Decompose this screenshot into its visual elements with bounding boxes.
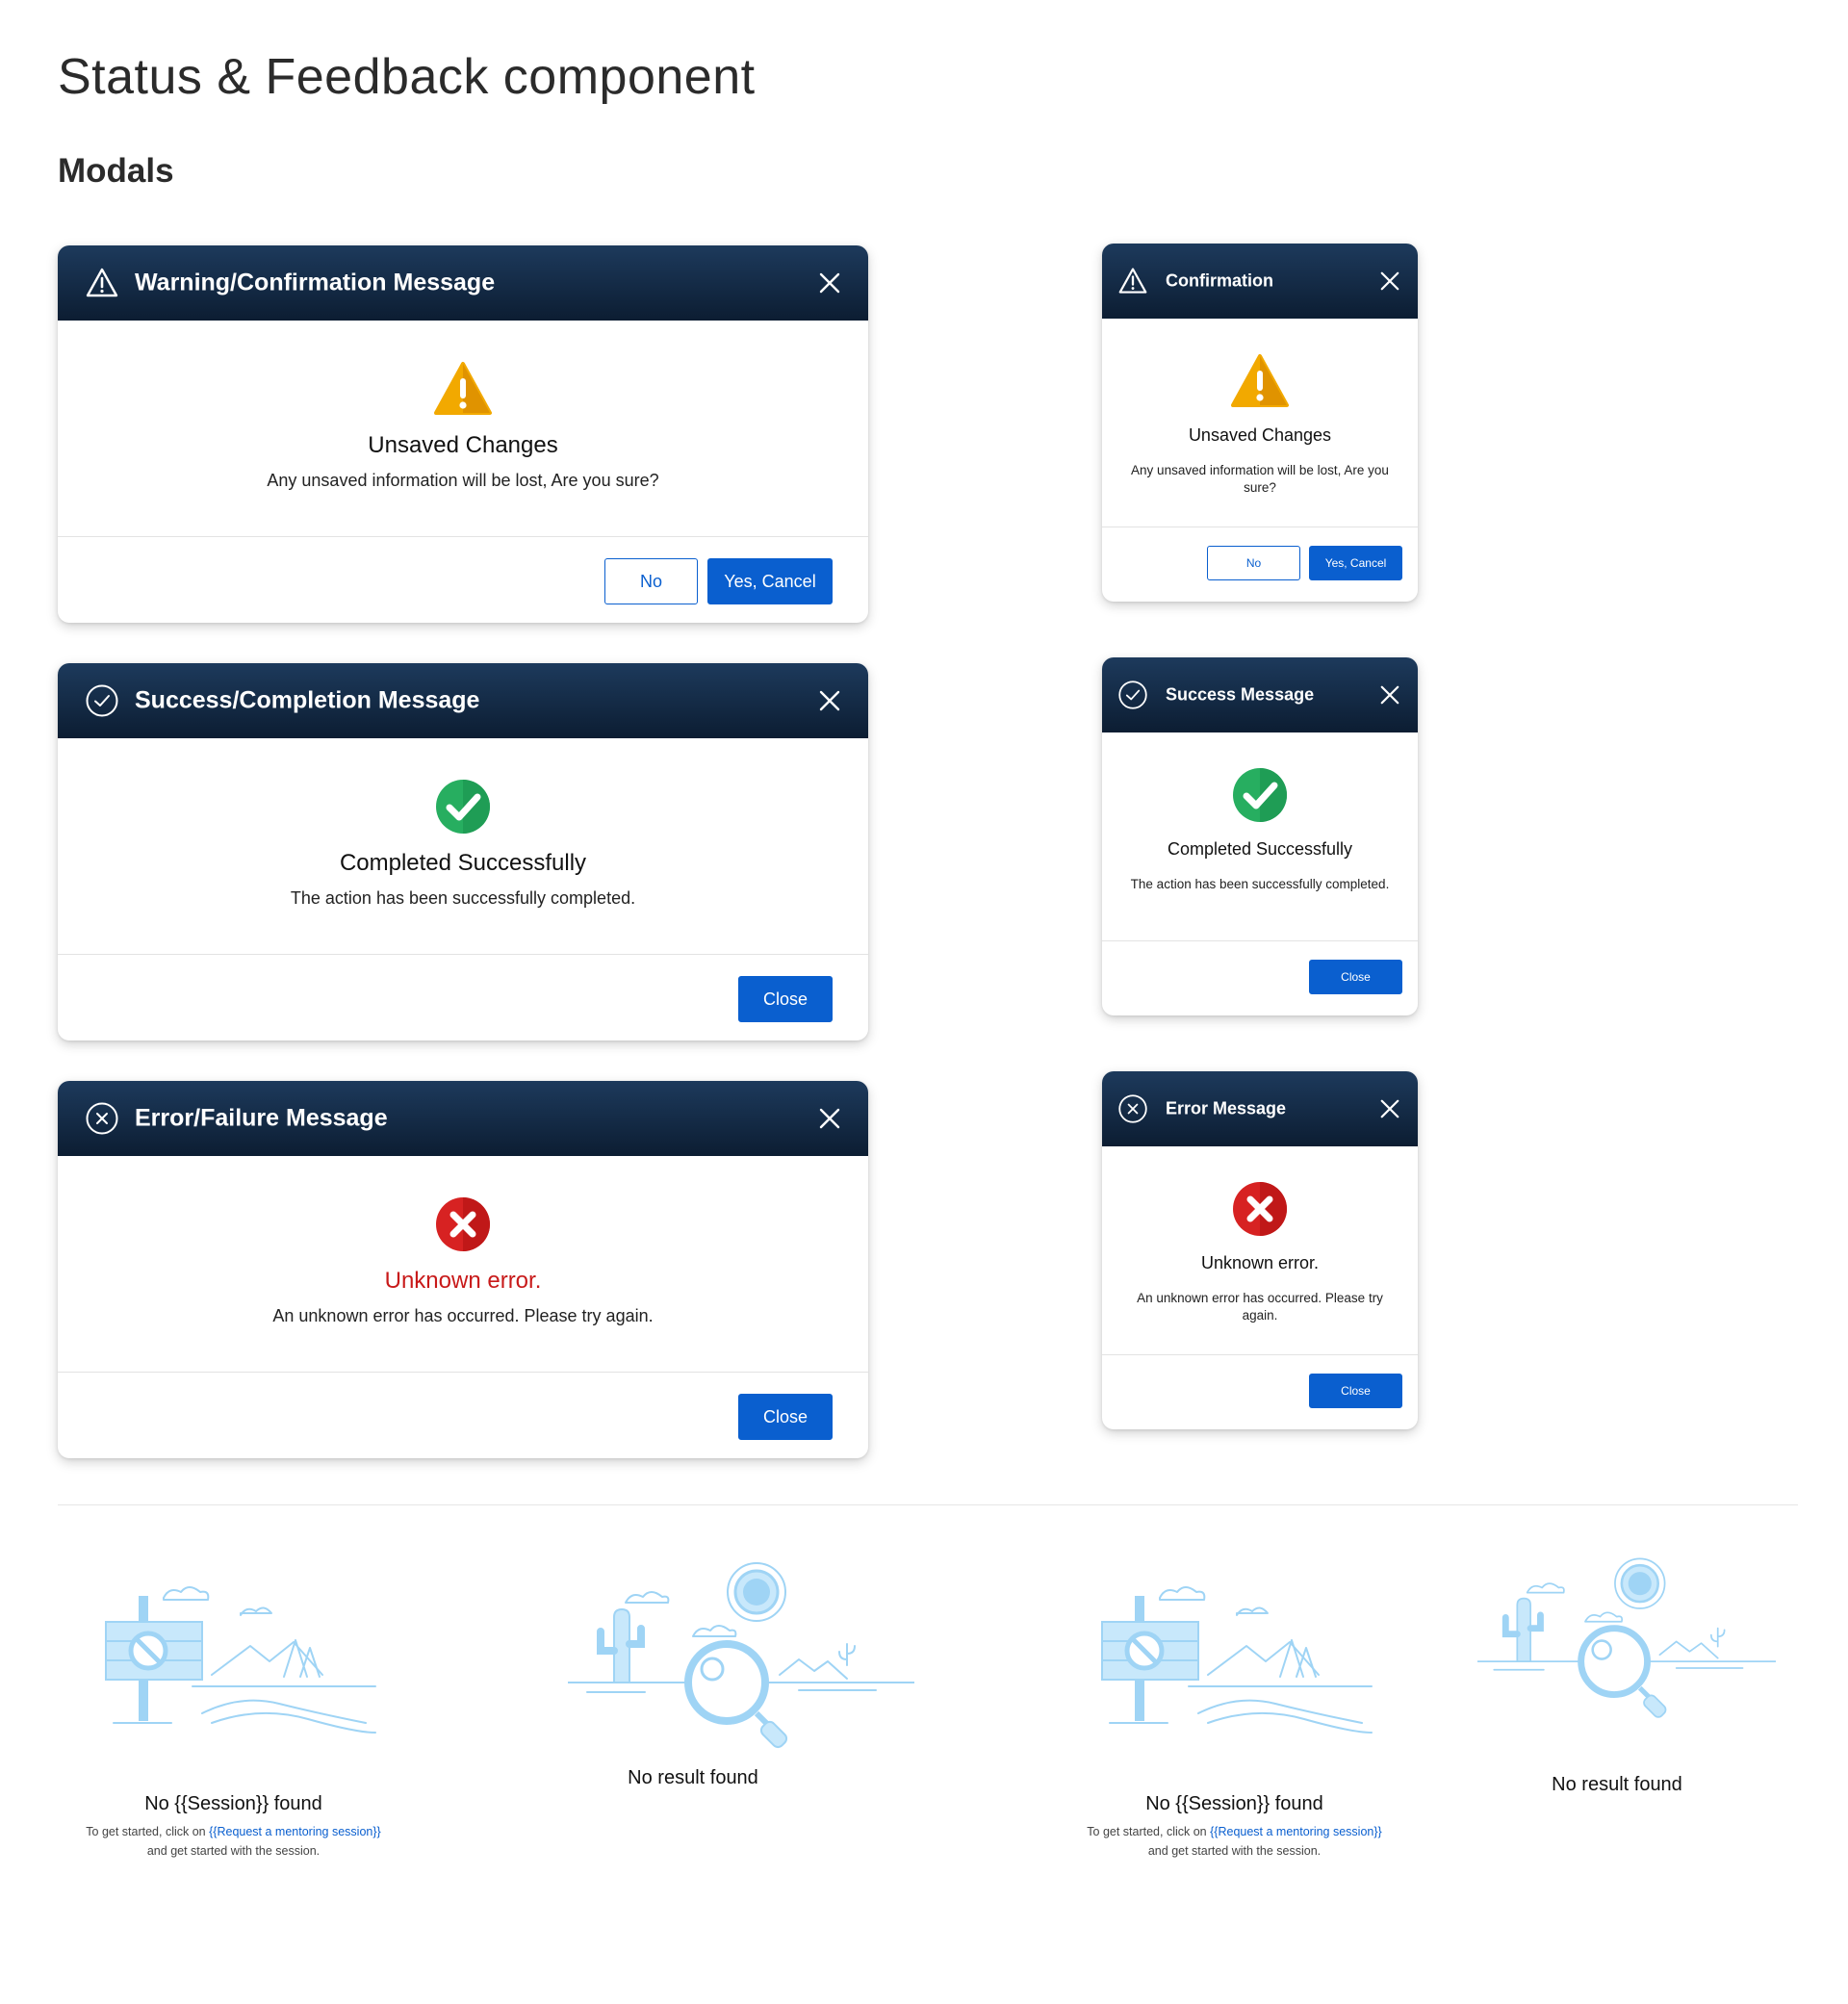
empty-state-title: No {{Session}} found [1145, 1793, 1323, 1814]
warning-icon [1230, 353, 1290, 409]
modal-message: The action has been successfully complet… [1130, 877, 1390, 891]
close-icon[interactable] [1379, 1098, 1400, 1119]
warning-triangle-icon [85, 266, 119, 300]
modal-message: Any unsaved information will be lost, Ar… [1131, 463, 1389, 495]
error-x-icon [433, 1196, 493, 1252]
modal-heading: Unsaved Changes [1188, 425, 1332, 445]
close-icon[interactable] [1379, 270, 1400, 292]
modal-message: An unknown error has occurred. Please tr… [1137, 1291, 1383, 1323]
modal-body: Unsaved Changes Any unsaved information … [1102, 319, 1418, 602]
modal-heading: Unsaved Changes [368, 432, 558, 458]
modal-heading: Completed Successfully [1167, 839, 1353, 859]
modal-title: Success/Completion Message [135, 686, 480, 714]
modal-header: Error Message [1102, 1071, 1418, 1146]
empty-state-subtitle: To get started, click on {{Request a men… [58, 1822, 409, 1861]
close-icon[interactable] [818, 689, 841, 712]
close-button[interactable]: Close [738, 976, 833, 1022]
modal-header: Confirmation [1102, 244, 1418, 319]
footer-divider [58, 1372, 868, 1373]
modal-title: Success Message [1166, 684, 1315, 705]
modal-body: Unsaved Changes Any unsaved information … [58, 321, 868, 623]
error-failure-modal: Error/Failure Message Unknown error. An … [58, 1081, 868, 1458]
desert-magnifier-illustration [1477, 1552, 1776, 1725]
close-icon[interactable] [818, 271, 841, 295]
close-icon[interactable] [1379, 684, 1400, 706]
x-circle-icon [1117, 1093, 1148, 1124]
success-check-icon [1230, 767, 1290, 823]
yes-cancel-button[interactable]: Yes, Cancel [1309, 546, 1402, 580]
signpost-no-entry-illustration [96, 1569, 385, 1742]
modal-body: Unknown error. An unknown error has occu… [58, 1156, 868, 1458]
empty-state-subtitle: To get started, click on {{Request a men… [1059, 1822, 1410, 1861]
close-button[interactable]: Close [1309, 960, 1402, 994]
section-divider [58, 1504, 1798, 1505]
section-title: Modals [58, 152, 174, 190]
modal-body: Unknown error. An unknown error has occu… [1102, 1146, 1418, 1429]
footer-divider [1102, 1354, 1418, 1355]
empty-state-title: No result found [1552, 1774, 1682, 1795]
modal-message: Any unsaved information will be lost, Ar… [267, 471, 659, 490]
check-circle-icon [1117, 680, 1148, 710]
close-button[interactable]: Close [738, 1394, 833, 1440]
modal-title: Error/Failure Message [135, 1104, 388, 1132]
modal-body: Completed Successfully The action has be… [58, 738, 868, 1041]
signpost-no-entry-illustration [1092, 1569, 1381, 1742]
empty-state-subtitle-prefix: To get started, click on [1087, 1825, 1211, 1838]
footer-divider [58, 536, 868, 537]
warning-confirmation-modal: Warning/Confirmation Message Unsaved Cha… [58, 245, 868, 623]
empty-state-title: No {{Session}} found [144, 1793, 322, 1814]
modal-header: Success Message [1102, 657, 1418, 732]
modal-title: Error Message [1166, 1098, 1287, 1118]
x-circle-icon [85, 1101, 119, 1136]
close-icon[interactable] [818, 1107, 841, 1130]
yes-cancel-button[interactable]: Yes, Cancel [707, 558, 833, 604]
modal-heading: Unknown error. [384, 1268, 542, 1294]
modal-header: Success/Completion Message [58, 663, 868, 738]
warning-icon [433, 361, 493, 417]
request-session-link[interactable]: {{Request a mentoring session}} [209, 1825, 381, 1838]
success-modal: Success Message Completed Successfully T… [1102, 657, 1418, 1015]
modal-header: Warning/Confirmation Message [58, 245, 868, 321]
success-completion-modal: Success/Completion Message Completed Suc… [58, 663, 868, 1041]
modal-header: Error/Failure Message [58, 1081, 868, 1156]
warning-triangle-icon [1117, 266, 1148, 296]
modal-body: Completed Successfully The action has be… [1102, 732, 1418, 1015]
error-x-icon [1230, 1181, 1290, 1237]
modal-heading: Unknown error. [1200, 1253, 1320, 1272]
request-session-link[interactable]: {{Request a mentoring session}} [1210, 1825, 1382, 1838]
modal-heading: Completed Successfully [339, 850, 587, 876]
no-button[interactable]: No [1207, 546, 1300, 580]
close-button[interactable]: Close [1309, 1374, 1402, 1408]
modal-title: Warning/Confirmation Message [135, 269, 496, 296]
footer-divider [1102, 940, 1418, 941]
empty-state-title: No result found [628, 1767, 758, 1788]
error-modal: Error Message Unknown error. An unknown … [1102, 1071, 1418, 1429]
footer-divider [58, 954, 868, 955]
modal-message: The action has been successfully complet… [290, 888, 636, 908]
modal-title: Confirmation [1166, 270, 1273, 291]
empty-state-subtitle-suffix: and get started with the session. [146, 1844, 321, 1858]
confirmation-modal: Confirmation Unsaved Changes Any unsaved… [1102, 244, 1418, 602]
desert-magnifier-illustration [568, 1559, 914, 1752]
check-circle-icon [85, 683, 119, 718]
no-button[interactable]: No [604, 558, 698, 604]
modal-message: An unknown error has occurred. Please tr… [272, 1306, 654, 1325]
success-check-icon [433, 779, 493, 835]
empty-state-subtitle-prefix: To get started, click on [86, 1825, 210, 1838]
page-title: Status & Feedback component [58, 49, 756, 105]
empty-state-subtitle-suffix: and get started with the session. [1147, 1844, 1322, 1858]
